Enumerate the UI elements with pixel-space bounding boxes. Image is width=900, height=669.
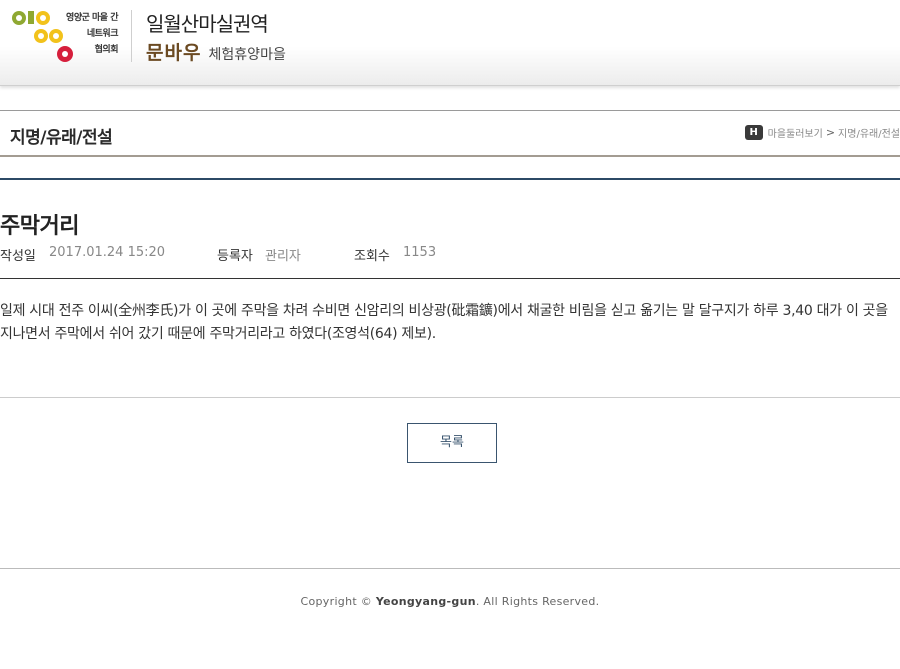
org-line: 영양군 마을 간: [66, 13, 118, 23]
views-value: 1153: [403, 245, 437, 260]
breadcrumb-item-current[interactable]: 지명/유래/전설: [838, 125, 900, 140]
post-title: 주막거리: [0, 214, 79, 239]
page-title: 지명/유래/전설: [10, 128, 113, 148]
brand-subtitle: 체험휴양마을: [208, 47, 286, 63]
copyright-prefix: Copyright ©: [300, 595, 373, 608]
views-label: 조회수: [354, 249, 390, 264]
footer-copyright: Copyright © Yeongyang-gun. All Rights Re…: [0, 595, 900, 608]
list-button[interactable]: 목록: [407, 423, 497, 463]
author-value: 관리자: [265, 249, 301, 264]
date-value: 2017.01.24 15:20: [49, 245, 166, 260]
post-body: 일제 시대 전주 이씨(全州李氏)가 이 곳에 주막을 차려 수비면 신암리의 …: [0, 303, 888, 342]
org-line: 협의회: [94, 45, 119, 55]
copyright-suffix: . All Rights Reserved.: [475, 595, 600, 608]
date-label: 작성일: [0, 249, 36, 264]
site-header: 영양군 마을 간 네트워크 협의회 일월산마실권역 문바우 체험휴양마을: [0, 0, 900, 86]
org-line: 네트워크: [86, 29, 119, 39]
org-name: 영양군 마을 간 네트워크 협의회: [52, 10, 118, 58]
breadcrumb: H 마을둘러보기 > 지명/유래/전설: [744, 125, 900, 140]
village-name[interactable]: 일월산마실권역: [146, 8, 269, 37]
meta-divider: [0, 278, 900, 279]
section-divider: [0, 178, 900, 180]
copyright-brand: Yeongyang-gun: [375, 595, 476, 608]
page-title-bar: 지명/유래/전설 H 마을둘러보기 > 지명/유래/전설: [0, 110, 900, 157]
chevron-right-icon: >: [825, 126, 836, 139]
brand-name: 문바우: [146, 42, 202, 64]
author-label: 등록자: [217, 249, 253, 264]
content-divider: [0, 397, 900, 398]
home-icon[interactable]: H: [744, 125, 763, 140]
breadcrumb-item[interactable]: 마을둘러보기: [768, 125, 823, 140]
logo-divider: [131, 10, 132, 62]
brand-logo[interactable]: 문바우 체험휴양마을: [146, 38, 286, 65]
footer-divider: [0, 568, 900, 569]
